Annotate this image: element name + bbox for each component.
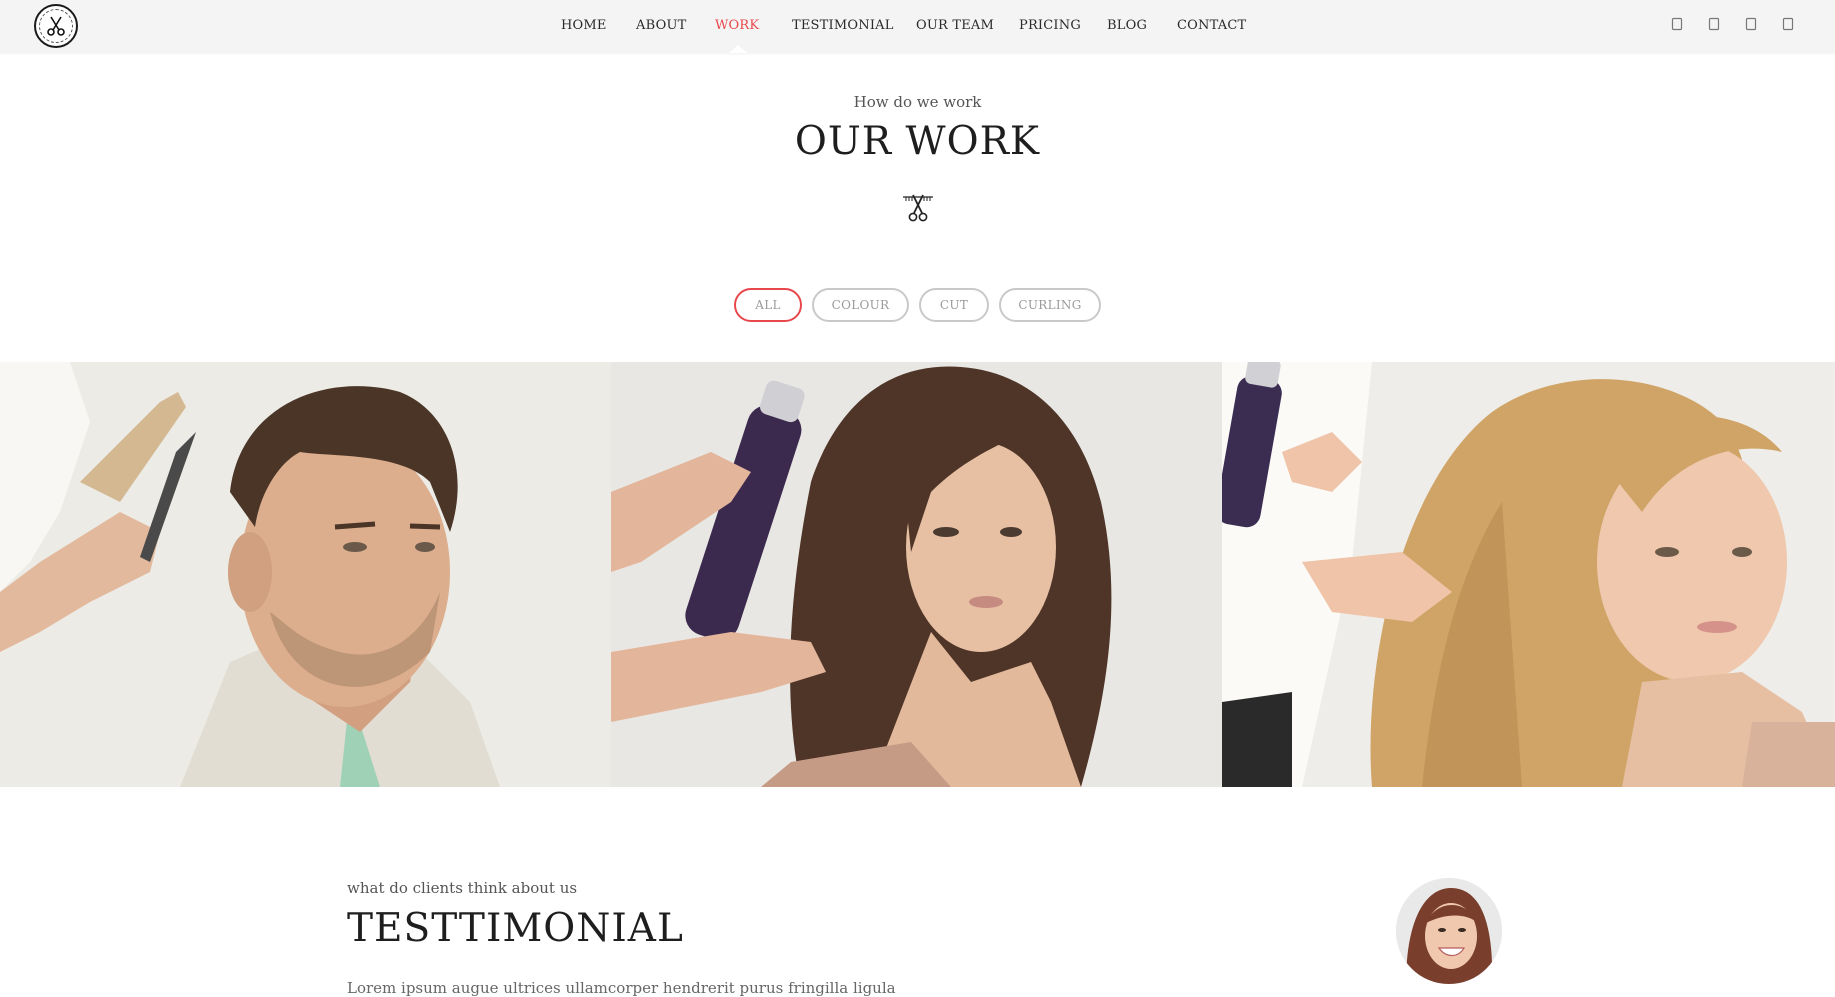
nav-about[interactable]: ABOUT <box>636 18 686 33</box>
work-title: OUR WORK <box>794 119 1041 164</box>
testimonial-subtitle: what do clients think about us <box>347 879 578 897</box>
main-nav: HOME ABOUT WORK TESTIMONIAL OUR TEAM PRI… <box>0 0 1835 53</box>
client-avatar <box>1396 878 1502 984</box>
testimonial-title: TESTTIMONIAL <box>347 906 684 951</box>
twitter-icon[interactable] <box>1708 17 1720 31</box>
client-avatar-photo <box>1396 878 1502 984</box>
filter-cut[interactable]: CUT <box>919 288 989 322</box>
active-nav-caret <box>729 45 747 53</box>
google-plus-icon[interactable] <box>1745 17 1757 31</box>
gallery-item-woman-curls[interactable] <box>611 362 1222 787</box>
testimonial-text: Lorem ipsum augue ultrices ullamcorper h… <box>347 979 896 997</box>
pinterest-icon[interactable] <box>1782 17 1794 31</box>
nav-contact[interactable]: CONTACT <box>1177 18 1246 33</box>
scissors-icon <box>903 194 933 222</box>
nav-our-team[interactable]: OUR TEAM <box>916 18 994 33</box>
gallery-item-man-haircut[interactable] <box>0 362 611 787</box>
gallery-item-woman-blonde[interactable] <box>1222 362 1835 787</box>
woman-curls-photo <box>611 362 1222 787</box>
work-subtitle: How do we work <box>853 93 982 111</box>
filter-all[interactable]: ALL <box>734 288 802 322</box>
filter-curling[interactable]: CURLING <box>999 288 1101 322</box>
nav-home[interactable]: HOME <box>561 18 607 33</box>
woman-blonde-photo <box>1222 362 1835 787</box>
facebook-icon[interactable] <box>1671 17 1683 31</box>
nav-blog[interactable]: BLOG <box>1107 18 1147 33</box>
nav-pricing[interactable]: PRICING <box>1019 18 1081 33</box>
nav-work[interactable]: WORK <box>715 18 759 33</box>
man-haircut-photo <box>0 362 611 787</box>
filter-colour[interactable]: COLOUR <box>812 288 909 322</box>
site-header: HOME ABOUT WORK TESTIMONIAL OUR TEAM PRI… <box>0 0 1835 53</box>
nav-testimonial[interactable]: TESTIMONIAL <box>792 18 894 33</box>
